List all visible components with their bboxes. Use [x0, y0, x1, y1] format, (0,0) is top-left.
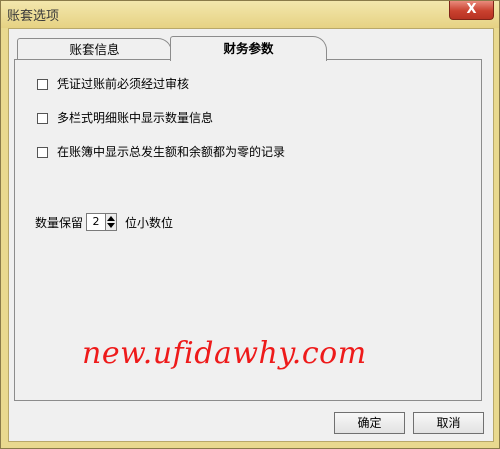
watermark-text: new.ufidawhy.com: [82, 336, 367, 371]
quantity-prefix-label: 数量保留: [35, 215, 84, 230]
tab-financial-params[interactable]: 财务参数: [170, 36, 327, 61]
tab-account-info-label: 账套信息: [69, 42, 120, 57]
quantity-suffix-label: 位小数位: [125, 215, 174, 230]
option-show-zero-records[interactable]: 在账簿中显示总发生额和余额都为零的记录: [37, 144, 285, 160]
financial-params-panel: 凭证过账前必须经过审核 多栏式明细账中显示数量信息 在账簿中显示总发生额和余额都…: [14, 59, 482, 401]
cancel-button[interactable]: 取消: [413, 412, 484, 434]
close-button[interactable]: X: [449, 1, 494, 20]
tab-financial-params-label: 财务参数: [223, 41, 274, 56]
ok-button[interactable]: 确定: [334, 412, 405, 434]
option-label: 凭证过账前必须经过审核: [57, 77, 190, 91]
spin-down-icon[interactable]: [107, 223, 116, 228]
options-dialog: 账套选项 X 账套信息 财务参数 凭证过账前必须经过审核 多栏式明细账中显示数量…: [0, 0, 500, 449]
dialog-body: 账套信息 财务参数 凭证过账前必须经过审核 多栏式明细账中显示数量信息 在账簿中…: [8, 28, 494, 442]
option-show-quantity[interactable]: 多栏式明细账中显示数量信息: [37, 110, 213, 126]
quantity-decimals-stepper[interactable]: [106, 213, 118, 231]
window-title: 账套选项: [7, 9, 60, 24]
title-bar[interactable]: 账套选项 X: [1, 1, 499, 28]
option-label: 在账簿中显示总发生额和余额都为零的记录: [57, 145, 286, 159]
checkbox[interactable]: [37, 112, 48, 124]
close-icon: X: [466, 2, 477, 17]
checkbox[interactable]: [37, 78, 48, 90]
spin-up-icon[interactable]: [107, 216, 116, 221]
option-require-audit[interactable]: 凭证过账前必须经过审核: [37, 76, 189, 92]
tab-account-info[interactable]: 账套信息: [17, 38, 172, 60]
checkbox[interactable]: [37, 146, 48, 158]
quantity-decimals-row: 数量保留 2 位小数位: [35, 212, 173, 232]
quantity-decimals-input[interactable]: 2: [86, 213, 107, 231]
option-label: 多栏式明细账中显示数量信息: [57, 111, 214, 125]
